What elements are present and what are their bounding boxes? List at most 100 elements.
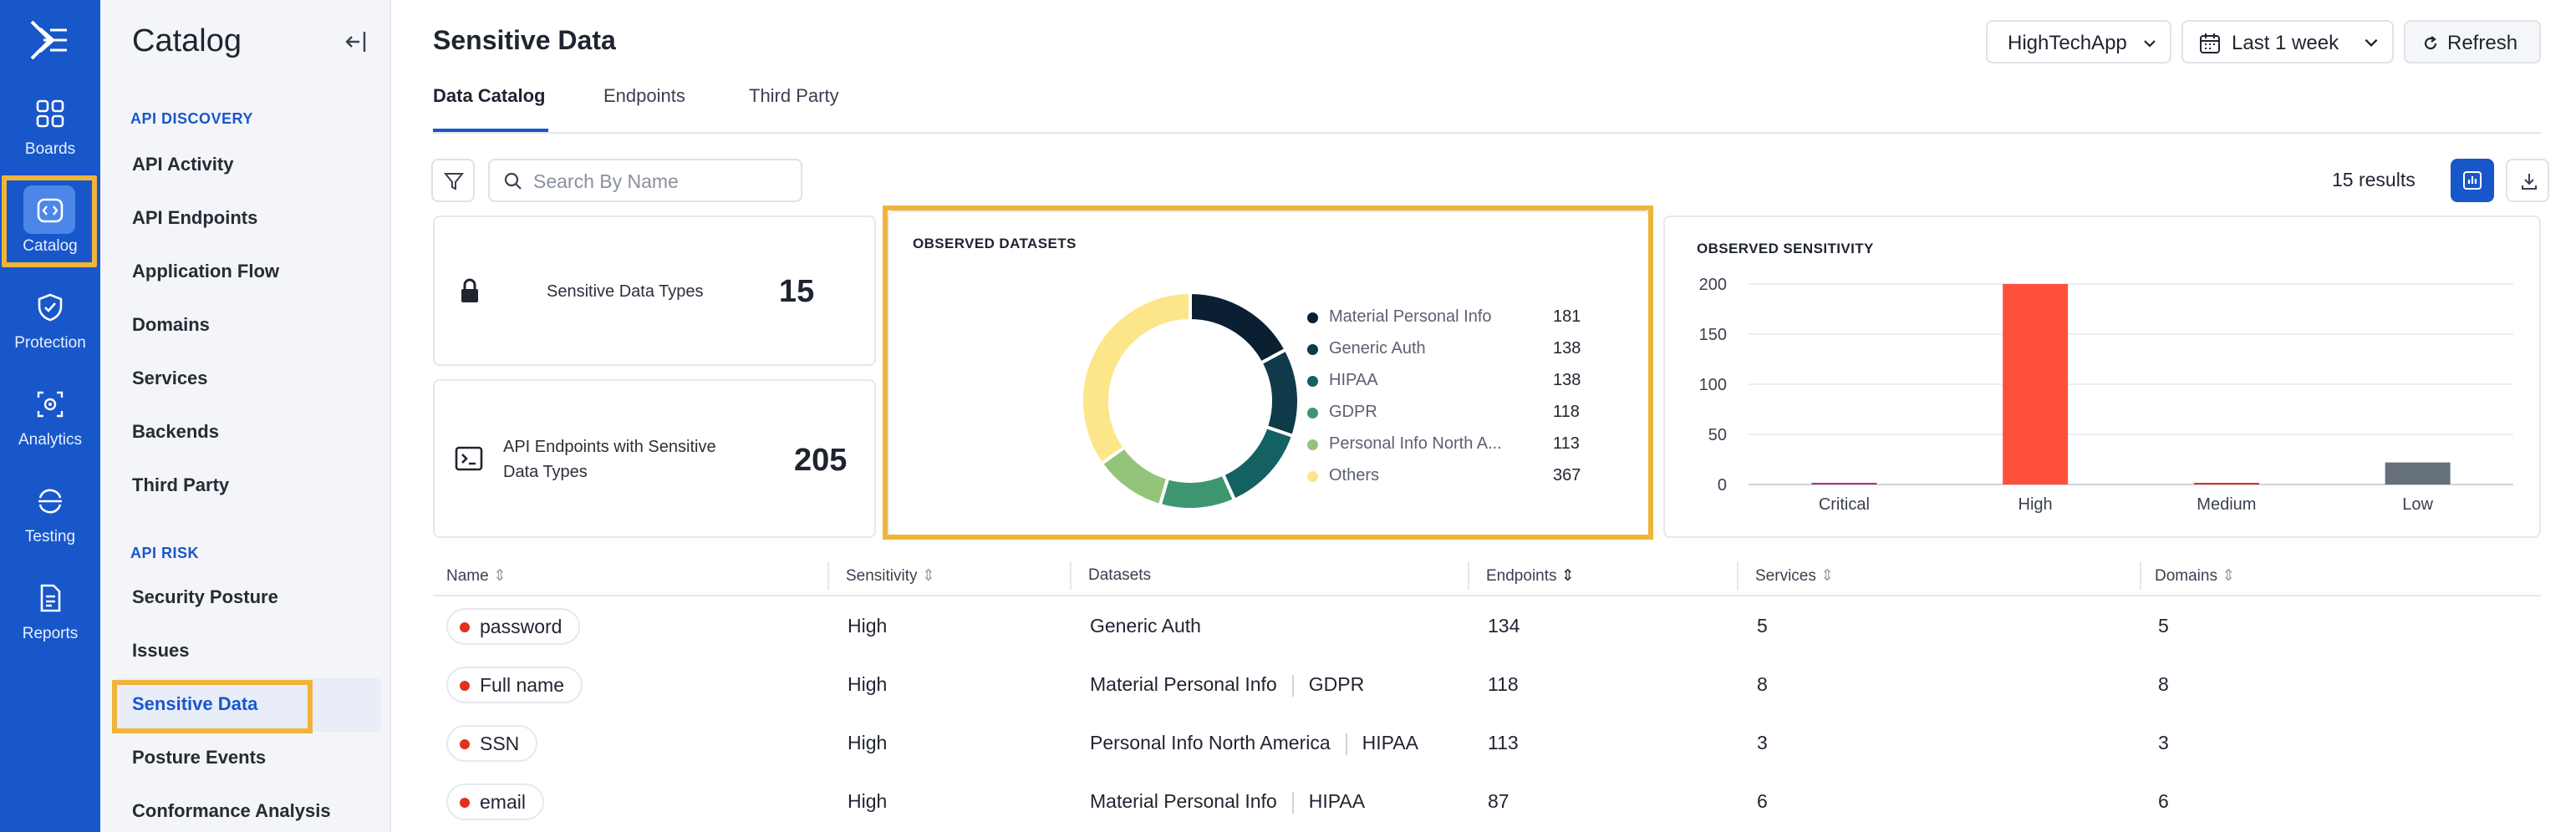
search-input[interactable] (533, 169, 784, 194)
rail-item-protection[interactable]: Protection (0, 287, 100, 374)
stat-card-data-types: Sensitive Data Types 15 (433, 216, 876, 366)
refresh-button[interactable]: Refresh (2404, 20, 2541, 63)
dataset-tag: Personal Info North America (1090, 732, 1331, 753)
column-header-label: Domains (2155, 567, 2217, 585)
app-select[interactable]: HighTechApp (1986, 20, 2171, 63)
column-header-services[interactable]: Services ⇕ (1755, 566, 1834, 586)
datasets-highlight-box (883, 205, 1653, 540)
dataset-separator (1291, 791, 1294, 814)
reports-icon (40, 584, 61, 612)
nav-item-issues[interactable]: Issues (132, 640, 190, 662)
column-header-label: Sensitivity (846, 567, 918, 585)
x-tick-label: Critical (1819, 495, 1870, 514)
nav-item-services[interactable]: Services (132, 368, 208, 389)
bar-chart-icon (2463, 171, 2482, 190)
table-row[interactable]: email High Material Personal Info HIPAA 8… (433, 774, 2541, 832)
sort-icon: ⇕ (492, 567, 507, 585)
dataset-tag: Material Personal Info (1090, 790, 1277, 812)
name-pill[interactable]: Full name (446, 667, 583, 703)
table-row[interactable]: Full name High Material Personal Info GDP… (433, 657, 2541, 715)
row-name: password (480, 616, 563, 637)
download-button[interactable] (2506, 159, 2549, 202)
y-tick-label: 200 (1699, 276, 1727, 294)
dataset-tag: HIPAA (1362, 732, 1418, 753)
tab-data-catalog[interactable]: Data Catalog (433, 85, 545, 107)
rail-item-analytics[interactable]: Analytics (0, 384, 100, 471)
row-datasets: Personal Info North America HIPAA (1090, 732, 1418, 755)
nav-item-application-flow[interactable]: Application Flow (132, 261, 279, 282)
x-tick-label: High (2019, 495, 2053, 514)
column-header-label: Endpoints (1486, 567, 1557, 585)
nav-item-security-posture[interactable]: Security Posture (132, 586, 278, 608)
nav-item-backends[interactable]: Backends (132, 421, 219, 443)
row-sensitivity: High (848, 615, 888, 637)
chart-view-toggle[interactable] (2451, 159, 2494, 202)
bar-medium[interactable] (2193, 483, 2259, 484)
table-row[interactable]: SSN High Personal Info North America HIPA… (433, 715, 2541, 774)
name-pill[interactable]: email (446, 784, 544, 820)
y-tick-label: 0 (1718, 476, 1727, 495)
column-header-sensitivity[interactable]: Sensitivity ⇕ (846, 566, 935, 586)
nav-item-posture-events[interactable]: Posture Events (132, 747, 266, 769)
name-pill[interactable]: SSN (446, 725, 538, 762)
column-header-label: Datasets (1088, 566, 1151, 584)
search-icon (504, 172, 522, 190)
shield-icon (38, 293, 63, 322)
bar-low[interactable] (2385, 462, 2451, 484)
results-count: 15 results (2332, 169, 2416, 190)
analytics-icon (37, 391, 64, 418)
sensitivity-dot (460, 681, 470, 691)
bar-critical[interactable] (1811, 483, 1877, 484)
rail-label: Boards (24, 140, 76, 158)
logo-icon[interactable] (25, 17, 72, 63)
collapse-sidebar-icon[interactable] (343, 28, 369, 55)
bar-high[interactable] (2003, 284, 2069, 484)
stat-card-endpoints: API Endpoints with Sensitive Data Types … (433, 379, 876, 538)
app-rail: Boards Catalog Protection Analytics Test… (0, 0, 100, 832)
row-datasets: Material Personal Info GDPR (1090, 673, 1364, 697)
tab-third-party[interactable]: Third Party (749, 85, 839, 107)
nav-item-domains[interactable]: Domains (132, 314, 210, 336)
card-title: OBSERVED SENSITIVITY (1697, 241, 1874, 256)
column-separator[interactable] (1737, 561, 1739, 590)
nav-item-third-party[interactable]: Third Party (132, 474, 229, 496)
row-domains: 3 (2158, 732, 2169, 753)
column-separator[interactable] (1070, 561, 1072, 590)
lock-icon (461, 278, 478, 302)
filter-button[interactable] (431, 159, 475, 202)
time-range-select[interactable]: Last 1 week (2181, 20, 2394, 63)
column-header-domains[interactable]: Domains ⇕ (2155, 566, 2235, 586)
stat-label-line-1: API Endpoints with Sensitive (503, 438, 716, 456)
nav-section-api-discovery: API DISCOVERY (130, 110, 253, 127)
tab-endpoints[interactable]: Endpoints (603, 85, 685, 107)
row-domains: 5 (2158, 615, 2169, 637)
stat-label-line-2: Data Types (503, 463, 588, 481)
column-header-name[interactable]: Name ⇕ (446, 566, 507, 586)
download-icon (2522, 174, 2537, 190)
row-endpoints: 118 (1488, 673, 1519, 695)
rail-highlight-box (2, 175, 97, 267)
rail-item-reports[interactable]: Reports (0, 578, 100, 665)
table-row[interactable]: password High Generic Auth 134 5 5 (433, 598, 2541, 657)
nav-item-api-activity[interactable]: API Activity (132, 154, 233, 175)
row-sensitivity: High (848, 673, 888, 695)
sort-icon: ⇕ (1820, 567, 1835, 585)
row-name: Full name (480, 674, 564, 696)
column-header-endpoints[interactable]: Endpoints ⇕ (1486, 566, 1575, 586)
nav-item-api-endpoints[interactable]: API Endpoints (132, 207, 257, 229)
column-header-datasets[interactable]: Datasets (1088, 566, 1151, 585)
grid-icon (36, 99, 64, 128)
column-separator[interactable] (2140, 561, 2141, 590)
column-separator[interactable] (1468, 561, 1469, 590)
nav-item-conformance-analysis[interactable]: Conformance Analysis (132, 800, 331, 822)
chevron-down-icon (2365, 38, 2378, 48)
search-box (488, 159, 802, 202)
row-name: email (480, 791, 526, 813)
column-separator[interactable] (827, 561, 829, 590)
rail-label: Testing (24, 528, 76, 545)
table-header-divider (433, 595, 2541, 596)
name-pill[interactable]: password (446, 608, 581, 645)
sensitivity-bar-chart: 0 50 100 150 200 Critical High Medium Low (1699, 276, 2513, 514)
rail-item-testing[interactable]: Testing (0, 481, 100, 568)
rail-item-boards[interactable]: Boards (0, 94, 100, 180)
